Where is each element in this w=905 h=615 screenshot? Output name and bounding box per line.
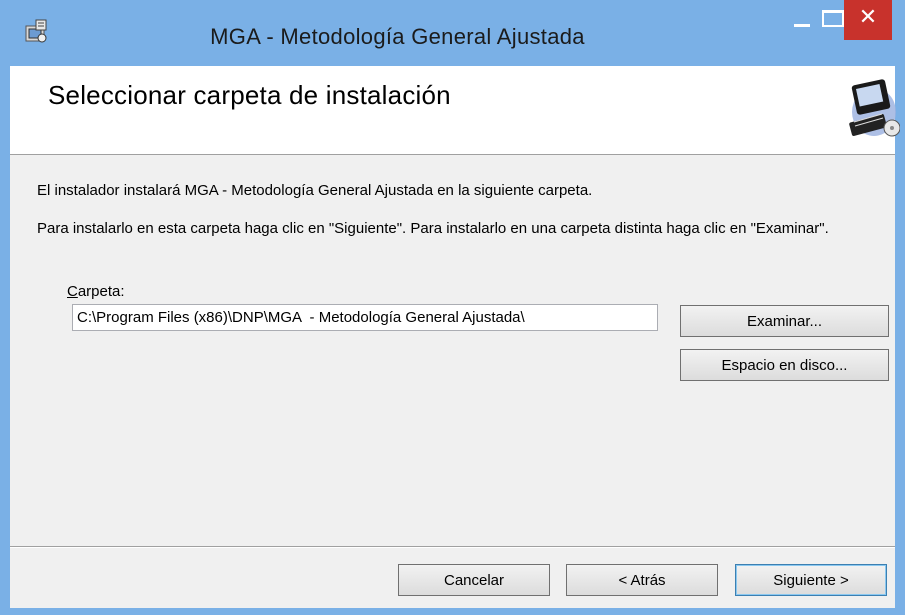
disk-space-button[interactable]: Espacio en disco...: [680, 349, 889, 381]
minimize-icon[interactable]: [788, 4, 824, 34]
cancel-button[interactable]: Cancelar: [398, 564, 550, 596]
footer-divider-highlight: [10, 547, 895, 548]
folder-label-text: arpeta:: [77, 283, 125, 300]
window-frame-left: [0, 66, 10, 615]
header-banner: Seleccionar carpeta de instalación: [10, 66, 895, 155]
installer-window: MGA - Metodología General Ajustada ✕ Sel…: [0, 0, 905, 615]
back-button[interactable]: < Atrás: [566, 564, 718, 596]
close-icon[interactable]: ✕: [844, 0, 892, 40]
window-frame-bottom: [0, 608, 905, 615]
title-bar[interactable]: MGA - Metodología General Ajustada ✕: [0, 0, 905, 66]
next-button[interactable]: Siguiente >: [735, 564, 887, 596]
window-title: MGA - Metodología General Ajustada: [210, 24, 585, 49]
browse-button[interactable]: Examinar...: [680, 305, 889, 337]
instructions-text: Para instalarlo en esta carpeta haga cli…: [37, 220, 829, 237]
folder-label-mnemonic: C: [67, 283, 78, 300]
folder-label: Carpeta:: [67, 282, 125, 301]
page-title: Seleccionar carpeta de instalación: [48, 80, 451, 110]
intro-text: El instalador instalará MGA - Metodologí…: [37, 182, 593, 199]
computer-disc-icon: [849, 79, 900, 137]
folder-path-input[interactable]: [72, 304, 658, 331]
